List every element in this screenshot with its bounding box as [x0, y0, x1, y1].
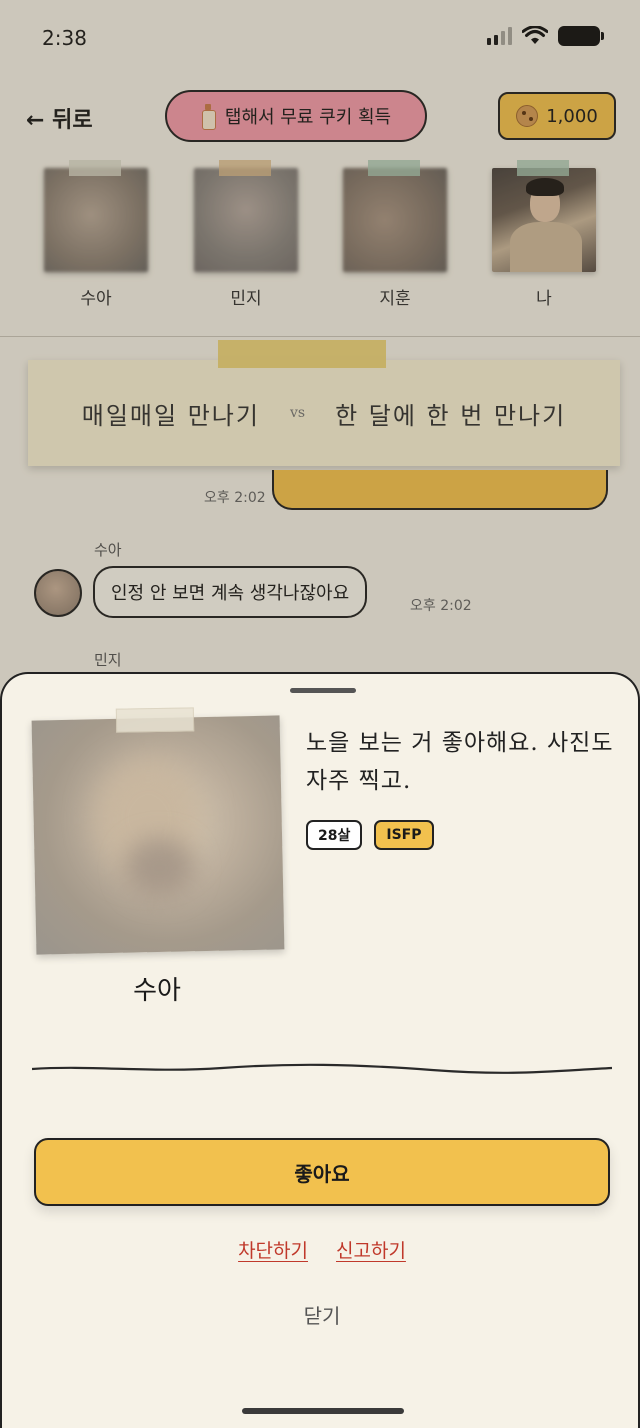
mbti-tag: ISFP	[374, 820, 434, 850]
close-button[interactable]: 닫기	[2, 1300, 640, 1329]
profile-name: 수아	[133, 976, 181, 1006]
wavy-divider	[32, 1063, 612, 1074]
like-button[interactable]: 좋아요	[34, 1138, 610, 1206]
sheet-drag-handle[interactable]	[290, 688, 356, 693]
tape-decoration	[115, 707, 195, 733]
profile-tags: 28살 ISFP	[306, 820, 434, 850]
block-button[interactable]: 차단하기	[238, 1236, 308, 1263]
profile-photo	[31, 715, 285, 955]
age-tag: 28살	[306, 820, 363, 850]
profile-bio: 노을 보는 거 좋아해요. 사진도 자주 찍고.	[306, 730, 614, 794]
home-indicator	[242, 1408, 404, 1414]
profile-bottom-sheet: 수아 노을 보는 거 좋아해요. 사진도 자주 찍고. 28살 ISFP 좋아요…	[0, 672, 640, 1428]
sheet-actions: 차단하기 신고하기	[2, 1236, 640, 1263]
report-button[interactable]: 신고하기	[336, 1236, 406, 1263]
